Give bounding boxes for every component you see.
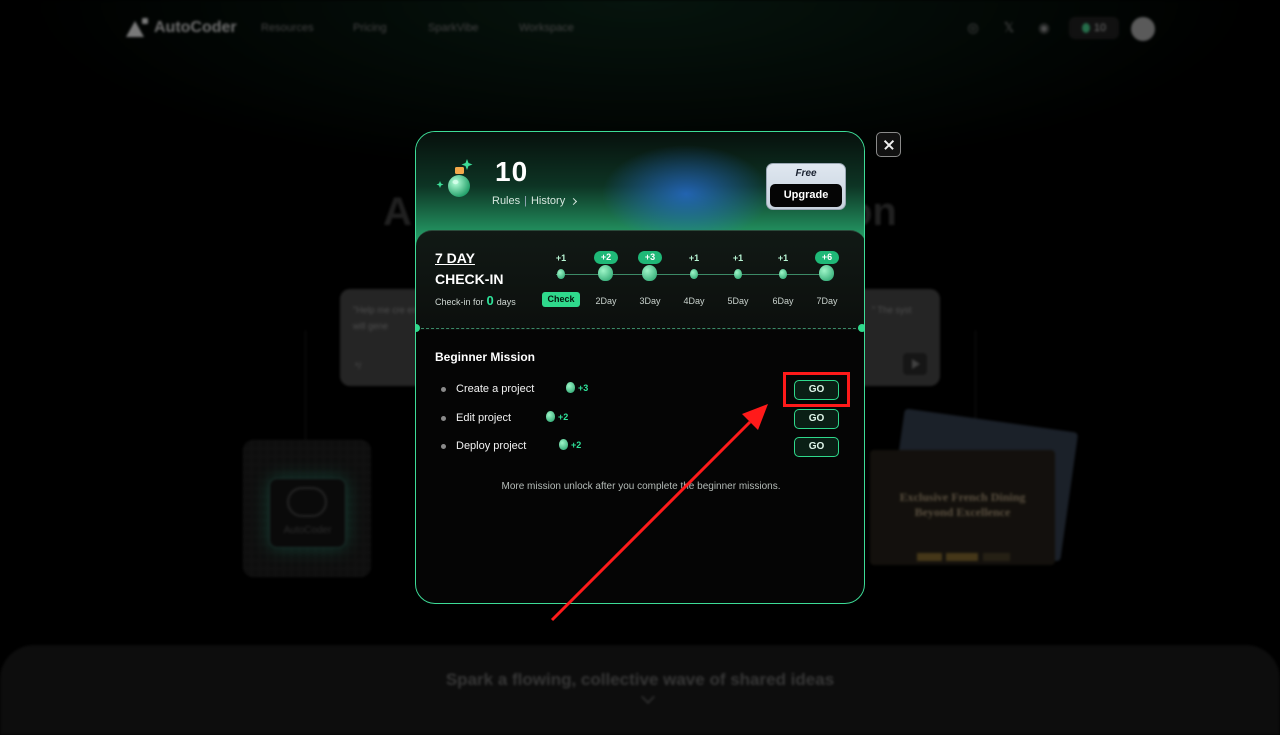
rules-history-links: Rules | History: [492, 195, 578, 207]
separator: |: [524, 195, 527, 207]
reward-value: +2: [558, 411, 569, 422]
day-label: 7Day: [816, 296, 838, 306]
mission-note: More mission unlock after you complete t…: [501, 481, 781, 492]
plan-card: Free Upgrade: [766, 163, 846, 210]
day-label: 6Day: [772, 296, 794, 306]
points-total: 10: [495, 156, 529, 187]
day-label: 3Day: [639, 296, 661, 306]
checkin-panel: 7 DAY CHECK-IN Check-in for 0 days +1 Che…: [416, 230, 864, 330]
potion-icon: [734, 269, 742, 279]
potion-icon: [566, 382, 575, 393]
checkin-title-line2: CHECK-IN: [435, 271, 504, 287]
checkin-days-count: 0: [486, 293, 494, 308]
potion-icon: [559, 439, 568, 450]
day-label: 2Day: [595, 296, 617, 306]
mission-name: Create a project: [456, 383, 535, 395]
divider-dot: [858, 324, 864, 332]
mission-reward: +3: [566, 382, 588, 393]
day-bonus: +1: [688, 253, 700, 263]
day-label: 5Day: [727, 296, 749, 306]
potion-icon: [598, 265, 613, 281]
rules-link[interactable]: Rules: [492, 195, 520, 207]
mission-reward: +2: [546, 411, 568, 422]
chevron-right-icon: [570, 197, 578, 205]
plan-label: Free: [795, 168, 817, 179]
checkin-title-line1: 7 DAY: [435, 250, 475, 266]
day-bonus: +2: [594, 251, 618, 264]
day-label: 4Day: [683, 296, 705, 306]
reward-value: +3: [578, 382, 589, 393]
mission-reward: +2: [559, 439, 581, 450]
mission-name: Edit project: [456, 412, 512, 424]
reward-value: +2: [571, 439, 582, 450]
bullet-dot: [441, 387, 446, 392]
highlight-box: [783, 372, 850, 407]
bullet-dot: [441, 444, 446, 449]
potion-icon: [546, 411, 555, 422]
mission-name: Deploy project: [456, 440, 527, 452]
mission-section-title: Beginner Mission: [435, 350, 536, 364]
checkin-status-prefix: Check-in for: [435, 297, 484, 307]
checkin-title: 7 DAY CHECK-IN: [435, 248, 535, 290]
points-modal: 10 Rules | History Free Upgrade 7 DAY CH…: [415, 131, 865, 604]
day-bonus: +3: [638, 251, 662, 264]
check-in-button[interactable]: Check: [542, 292, 580, 307]
close-button[interactable]: [876, 132, 901, 157]
history-link[interactable]: History: [531, 195, 565, 207]
mission-row: Deploy project +2 GO: [441, 437, 841, 457]
dashed-divider: [421, 328, 861, 329]
potion-icon: [690, 269, 698, 279]
upgrade-button[interactable]: Upgrade: [770, 184, 842, 207]
divider-dot: [416, 324, 420, 332]
checkin-status: Check-in for 0 days: [435, 293, 516, 308]
bullet-dot: [441, 416, 446, 421]
checkin-status-suffix: days: [496, 297, 516, 307]
potion-icon: [779, 269, 787, 279]
potion-icon: [436, 159, 473, 197]
mission-row: Create a project +3 GO: [441, 380, 841, 400]
day-bonus: +1: [732, 253, 744, 263]
go-button[interactable]: GO: [794, 437, 839, 457]
mission-row: Edit project +2 GO: [441, 409, 841, 429]
day-bonus: +6: [815, 251, 839, 264]
potion-icon: [642, 265, 657, 281]
go-button[interactable]: GO: [794, 409, 839, 429]
day-bonus: +1: [555, 253, 567, 263]
potion-icon: [557, 269, 565, 279]
potion-icon: [819, 265, 834, 281]
day-bonus: +1: [777, 253, 789, 263]
